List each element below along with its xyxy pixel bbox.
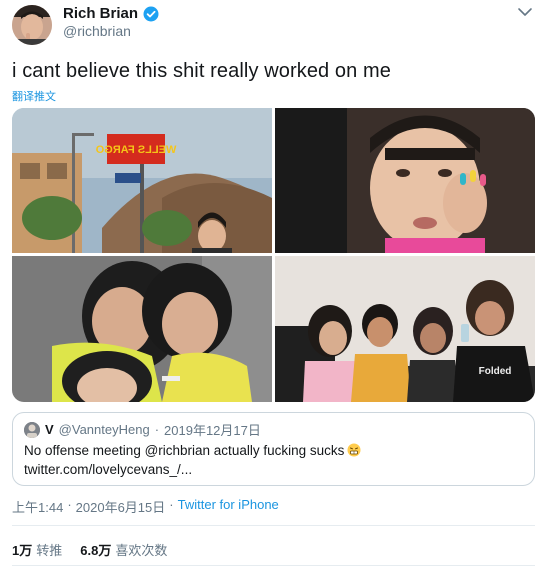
quoted-tweet[interactable]: V @VannteyHeng · 2019年12月17日 No offense … <box>12 412 535 486</box>
verified-badge-icon <box>143 6 159 21</box>
meta-separator-1: · <box>67 497 72 512</box>
tweet-stats: 1万 转推 6.8万 喜欢次数 <box>12 540 167 559</box>
divider <box>12 565 535 566</box>
quoted-tweet-header: V @VannteyHeng · 2019年12月17日 <box>24 420 261 439</box>
tweet-card: Rich Brian @richbrian i cant believe thi… <box>0 0 550 570</box>
shirt-text: Folded <box>479 366 512 377</box>
likes-label: 喜欢次数 <box>115 543 168 558</box>
author-avatar[interactable] <box>12 5 52 45</box>
photo-2[interactable] <box>275 108 535 253</box>
quoted-author-avatar[interactable] <box>24 421 40 438</box>
photo-grid: WELLS FARGO Folded <box>12 108 535 402</box>
likes-stat[interactable]: 6.8万 喜欢次数 <box>80 540 167 559</box>
grimace-emoji-icon <box>347 443 361 457</box>
quoted-author-name[interactable]: V <box>45 422 54 437</box>
retweets-stat[interactable]: 1万 转推 <box>12 540 62 559</box>
tweet-text: i cant believe this shit really worked o… <box>12 60 392 82</box>
author-name[interactable]: Rich Brian <box>63 5 138 22</box>
photo-1[interactable]: WELLS FARGO <box>12 108 272 253</box>
quoted-date[interactable]: 2019年12月17日 <box>164 420 261 439</box>
author-handle[interactable]: @richbrian <box>63 23 131 39</box>
quoted-link-text[interactable]: twitter.com/lovelycevans_/... <box>24 460 524 479</box>
retweets-count: 1万 <box>12 543 33 558</box>
quoted-tweet-body: No offense meeting @richbrian actually f… <box>24 441 524 479</box>
photo-3[interactable] <box>12 256 272 402</box>
translate-tweet-link[interactable]: 翻译推文 <box>12 88 56 104</box>
tweet-time[interactable]: 上午1:44 <box>12 497 63 516</box>
divider <box>12 525 535 526</box>
meta-separator-2: · <box>169 497 174 512</box>
author-name-row: Rich Brian <box>63 5 159 22</box>
likes-count: 6.8万 <box>80 543 112 558</box>
quoted-author-handle[interactable]: @VannteyHeng <box>59 422 150 437</box>
quoted-text-line-1: No offense meeting @richbrian actually f… <box>24 443 345 458</box>
chevron-down-icon[interactable] <box>517 6 533 18</box>
retweets-label: 转推 <box>36 543 63 558</box>
quoted-separator: · <box>154 422 160 437</box>
tweet-date[interactable]: 2020年6月15日 <box>76 497 166 516</box>
wells-fargo-sign-text: WELLS FARGO <box>95 144 176 156</box>
tweet-source-link[interactable]: Twitter for iPhone <box>178 497 279 516</box>
photo-4[interactable]: Folded <box>275 256 535 402</box>
tweet-meta: 上午1:44 · 2020年6月15日 · Twitter for iPhone <box>12 497 279 516</box>
